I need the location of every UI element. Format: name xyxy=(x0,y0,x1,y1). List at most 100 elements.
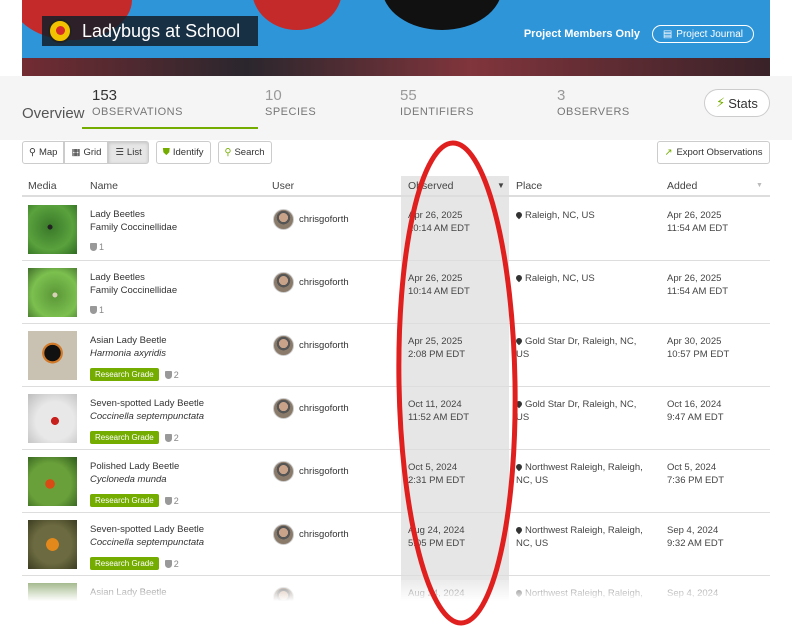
identify-button[interactable]: ⛊ Identify xyxy=(155,141,211,164)
common-name[interactable]: Seven-spotted Lady Beetle xyxy=(90,397,204,410)
stats-button[interactable]: ⚡ Stats xyxy=(704,89,770,117)
map-view-button[interactable]: ⚲ Map xyxy=(22,141,65,164)
observation-photo[interactable] xyxy=(28,331,77,380)
avatar[interactable] xyxy=(273,209,294,230)
identification-count: 2 xyxy=(164,432,179,443)
external-link-icon: ↗ xyxy=(664,147,673,158)
username[interactable]: chrisgoforth xyxy=(299,529,349,540)
place-name: Gold Star Dr, Raleigh, NC, US xyxy=(516,336,637,360)
place: Northwest Raleigh, Raleigh, NC, US xyxy=(514,461,646,487)
common-name[interactable]: Lady Beetles xyxy=(90,271,177,284)
username[interactable]: chrisgoforth xyxy=(299,277,349,288)
bottom-fade xyxy=(0,580,792,627)
added-time: 11:54 AM EDT xyxy=(667,286,729,297)
identification-count-value: 1 xyxy=(99,305,105,315)
avatar[interactable] xyxy=(273,272,294,293)
shield-icon xyxy=(164,433,172,442)
identification-count-value: 2 xyxy=(173,432,179,443)
taxon-name[interactable]: Lady Beetles Family Coccinellidae xyxy=(90,208,177,234)
column-header-added[interactable]: Added xyxy=(667,180,697,192)
avatar[interactable] xyxy=(273,398,294,419)
list-icon: ☰ xyxy=(115,147,124,158)
shield-icon xyxy=(164,559,172,568)
quality-badges: 1 xyxy=(90,242,104,252)
tab-species[interactable]: 10 SPECIES xyxy=(265,87,316,118)
common-name[interactable]: Polished Lady Beetle xyxy=(90,460,179,473)
grid-view-button[interactable]: ▦ Grid xyxy=(64,141,109,164)
tab-observers[interactable]: 3 OBSERVERS xyxy=(557,87,630,118)
observation-photo[interactable] xyxy=(28,457,77,506)
banner-band xyxy=(22,58,770,76)
common-name[interactable]: Asian Lady Beetle xyxy=(90,334,167,347)
place-name: Raleigh, NC, US xyxy=(525,273,595,284)
map-pin-icon: ⚲ xyxy=(29,147,36,158)
table-header: Media Name User Observed ▼ Place Added ▼ xyxy=(22,175,770,197)
sort-caret-icon[interactable]: ▼ xyxy=(497,181,505,190)
observer-user[interactable]: chrisgoforth xyxy=(273,272,349,293)
table-row[interactable]: Lady Beetles Family Coccinellidae 1 chrisgo… xyxy=(22,198,770,261)
identification-count: 2 xyxy=(164,370,179,380)
observer-user[interactable]: chrisgoforth xyxy=(273,209,349,230)
column-header-media: Media xyxy=(28,180,57,192)
tab-overview[interactable]: Overview xyxy=(22,105,85,122)
observation-photo[interactable] xyxy=(28,394,77,443)
identifiers-count: 55 xyxy=(400,87,417,104)
observer-user[interactable]: chrisgoforth xyxy=(273,398,349,419)
tab-observations[interactable]: 153 OBSERVATIONS xyxy=(92,87,183,118)
table-row[interactable]: Asian Lady Beetle Harmonia axyridis Resear… xyxy=(22,324,770,387)
observer-user[interactable]: chrisgoforth xyxy=(273,524,349,545)
export-observations-button[interactable]: ↗ Export Observations xyxy=(657,141,770,164)
observer-user[interactable]: chrisgoforth xyxy=(273,461,349,482)
column-header-user[interactable]: User xyxy=(272,180,294,192)
observation-photo[interactable] xyxy=(28,205,77,254)
observed-date: Aug 24, 2024 xyxy=(408,525,465,536)
members-only-label: Project Members Only xyxy=(523,28,640,40)
research-grade-badge: Research Grade xyxy=(90,494,159,507)
common-name[interactable]: Lady Beetles xyxy=(90,208,177,221)
column-header-place[interactable]: Place xyxy=(516,180,542,192)
taxon-name[interactable]: Seven-spotted Lady Beetle Coccinella sept… xyxy=(90,523,204,549)
taxon-name[interactable]: Asian Lady Beetle Harmonia axyridis xyxy=(90,334,167,360)
observers-label: OBSERVERS xyxy=(557,106,630,118)
sort-caret-icon[interactable]: ▼ xyxy=(756,182,763,189)
avatar[interactable] xyxy=(273,461,294,482)
observed-time: 11:52 AM EDT xyxy=(408,412,470,423)
taxon-name[interactable]: Seven-spotted Lady Beetle Coccinella sept… xyxy=(90,397,204,423)
table-row[interactable]: Lady Beetles Family Coccinellidae 1 chrisgo… xyxy=(22,261,770,324)
taxon-name[interactable]: Polished Lady Beetle Cycloneda munda xyxy=(90,460,179,486)
avatar[interactable] xyxy=(273,335,294,356)
avatar[interactable] xyxy=(273,524,294,545)
observation-photo[interactable] xyxy=(28,268,77,317)
place: Northwest Raleigh, Raleigh, NC, US xyxy=(514,524,646,550)
scientific-name: Coccinella septempunctata xyxy=(90,537,205,548)
table-row[interactable]: Seven-spotted Lady Beetle Coccinella sept… xyxy=(22,513,770,576)
tab-identifiers[interactable]: 55 IDENTIFIERS xyxy=(400,87,474,118)
table-row[interactable]: Polished Lady Beetle Cycloneda munda Resea… xyxy=(22,450,770,513)
observed-datetime: Aug 24, 2024 5:05 PM EDT xyxy=(408,524,465,550)
username[interactable]: chrisgoforth xyxy=(299,403,349,414)
project-title-box[interactable]: Ladybugs at School xyxy=(42,16,258,46)
username[interactable]: chrisgoforth xyxy=(299,214,349,225)
identify-label: Identify xyxy=(172,147,204,158)
table-row[interactable]: Seven-spotted Lady Beetle Coccinella sept… xyxy=(22,387,770,450)
identification-count: 1 xyxy=(90,305,104,315)
identification-count: 2 xyxy=(164,496,179,506)
grid-icon: ▦ xyxy=(71,147,81,158)
added-date: Oct 16, 2024 xyxy=(667,399,722,410)
column-header-name[interactable]: Name xyxy=(90,180,118,192)
observer-user[interactable]: chrisgoforth xyxy=(273,335,349,356)
column-header-observed[interactable]: Observed xyxy=(408,180,454,192)
project-journal-button[interactable]: ▤ Project Journal xyxy=(651,25,754,43)
username[interactable]: chrisgoforth xyxy=(299,466,349,477)
observers-count: 3 xyxy=(557,87,566,104)
quality-badges: Research Grade 2 xyxy=(90,557,179,570)
list-view-button[interactable]: ☰ List xyxy=(108,141,149,164)
added-datetime: Sep 4, 2024 9:32 AM EDT xyxy=(667,524,724,550)
search-button[interactable]: ⚲ Search xyxy=(217,141,272,164)
observation-photo[interactable] xyxy=(28,520,77,569)
taxon-name[interactable]: Lady Beetles Family Coccinellidae xyxy=(90,271,177,297)
added-time: 9:32 AM EDT xyxy=(667,538,724,549)
map-view-label: Map xyxy=(38,147,58,158)
common-name[interactable]: Seven-spotted Lady Beetle xyxy=(90,523,204,536)
username[interactable]: chrisgoforth xyxy=(299,340,349,351)
